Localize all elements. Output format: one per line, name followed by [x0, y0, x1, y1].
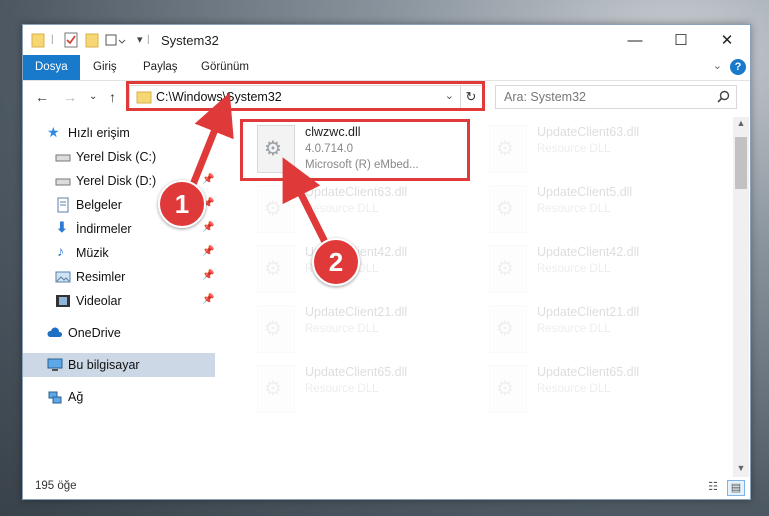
sidebar-item-resimler[interactable]: Resimler 📌	[23, 265, 215, 289]
file-item[interactable]: ⚙ UpdateClient63.dll Resource DLL	[481, 121, 701, 181]
pictures-icon	[55, 271, 71, 283]
address-highlight	[126, 81, 485, 111]
file-item[interactable]: ⚙ UpdateClient63.dll Resource DLL	[249, 181, 469, 241]
chevron-down-icon[interactable]: ▾	[137, 33, 143, 51]
tab-paylas[interactable]: Paylaş	[143, 55, 178, 80]
back-icon[interactable]: ←	[35, 89, 49, 105]
drive-icon	[55, 154, 71, 162]
sidebar-item-muzik[interactable]: ♪ Müzik 📌	[23, 241, 215, 265]
sidebar-item-videolar[interactable]: Videolar 📌	[23, 289, 215, 313]
dll-file-icon: ⚙	[257, 365, 295, 413]
properties-icon[interactable]	[63, 31, 79, 49]
dll-file-icon: ⚙	[257, 245, 295, 293]
dll-file-icon: ⚙	[489, 125, 527, 173]
file-highlight	[240, 119, 470, 181]
pin-icon[interactable]: 📌	[202, 222, 214, 233]
search-input[interactable]: Ara: System32	[495, 85, 737, 109]
status-bar: 195 öğe ☷ ▤	[23, 475, 750, 499]
file-item[interactable]: ⚙ UpdateClient42.dll Resource DLL	[481, 241, 701, 301]
dll-file-icon: ⚙	[489, 185, 527, 233]
new-folder-icon[interactable]	[85, 31, 99, 49]
customize-quick-access-icon[interactable]	[105, 31, 127, 49]
window-title: System32	[161, 33, 219, 48]
dll-file-icon: ⚙	[257, 305, 295, 353]
search-placeholder: Ara: System32	[504, 90, 586, 104]
scroll-thumb[interactable]	[735, 137, 747, 189]
dll-file-icon: ⚙	[489, 365, 527, 413]
file-item[interactable]: ⚙ UpdateClient21.dll Resource DLL	[249, 301, 469, 361]
dll-file-icon: ⚙	[489, 245, 527, 293]
tab-dosya[interactable]: Dosya	[23, 55, 80, 80]
file-item[interactable]: ⚙ UpdateClient65.dll Resource DLL	[481, 361, 701, 421]
ribbon: Dosya Giriş Paylaş Görünüm ⌄ ?	[23, 55, 750, 81]
tiles-view-icon[interactable]: ▤	[727, 480, 745, 496]
sidebar-item-yerel-disk-c[interactable]: Yerel Disk (C:)	[23, 145, 215, 169]
pin-icon[interactable]: 📌	[202, 246, 214, 257]
minimize-button[interactable]: —	[612, 25, 658, 55]
close-button[interactable]: ✕	[704, 25, 750, 55]
file-item[interactable]: ⚙ UpdateClient42.dll Resource DLL	[249, 241, 469, 301]
drive-icon	[55, 178, 71, 186]
network-icon	[48, 391, 62, 404]
step-badge-1: 1	[158, 180, 206, 228]
computer-icon	[47, 358, 63, 371]
sidebar-item-ag[interactable]: Ağ	[23, 385, 215, 409]
dll-file-icon: ⚙	[257, 185, 295, 233]
sidebar-item-onedrive[interactable]: OneDrive	[23, 321, 215, 345]
file-item[interactable]: ⚙ UpdateClient65.dll Resource DLL	[249, 361, 469, 421]
tab-gorunum[interactable]: Görünüm	[201, 55, 249, 80]
pin-icon[interactable]: 📌	[202, 174, 214, 185]
dll-file-icon: ⚙	[489, 305, 527, 353]
recent-locations-icon[interactable]: ⌄	[89, 91, 97, 102]
vertical-scrollbar[interactable]: ▲ ▼	[733, 117, 749, 477]
folder-icon	[31, 33, 45, 48]
document-icon	[57, 197, 69, 213]
separator: |	[51, 34, 54, 45]
help-icon[interactable]: ?	[730, 59, 746, 75]
search-icon[interactable]	[717, 90, 730, 103]
tab-giris[interactable]: Giriş	[93, 55, 117, 80]
item-count: 195 öğe	[35, 480, 77, 492]
details-view-icon[interactable]: ☷	[705, 480, 721, 494]
file-item[interactable]: ⚙ UpdateClient21.dll Resource DLL	[481, 301, 701, 361]
navigation-pane: ★ Hızlı erişim Yerel Disk (C:) Yerel Dis…	[23, 117, 215, 467]
up-icon[interactable]: ↑	[109, 89, 116, 105]
scroll-down-icon[interactable]: ▼	[733, 463, 749, 473]
pin-icon[interactable]: 📌	[202, 294, 214, 305]
forward-icon[interactable]: →	[63, 89, 77, 105]
music-icon: ♪	[57, 243, 64, 259]
pin-icon[interactable]: 📌	[202, 270, 214, 281]
star-icon: ★	[47, 124, 60, 140]
download-icon: ⬇	[56, 219, 68, 235]
cloud-icon	[47, 327, 63, 337]
step-badge-2: 2	[312, 238, 360, 286]
expand-ribbon-icon[interactable]: ⌄	[713, 59, 722, 72]
maximize-button[interactable]: ☐	[658, 25, 704, 55]
sidebar-item-bu-bilgisayar[interactable]: Bu bilgisayar	[23, 353, 215, 377]
title-bar: | ▾ | System32 — ☐ ✕	[23, 25, 750, 55]
file-item[interactable]: ⚙ UpdateClient5.dll Resource DLL	[481, 181, 701, 241]
video-icon	[56, 295, 70, 307]
separator: |	[147, 34, 150, 45]
sidebar-item-hizli-erisim[interactable]: ★ Hızlı erişim	[23, 121, 215, 145]
scroll-up-icon[interactable]: ▲	[733, 118, 749, 128]
